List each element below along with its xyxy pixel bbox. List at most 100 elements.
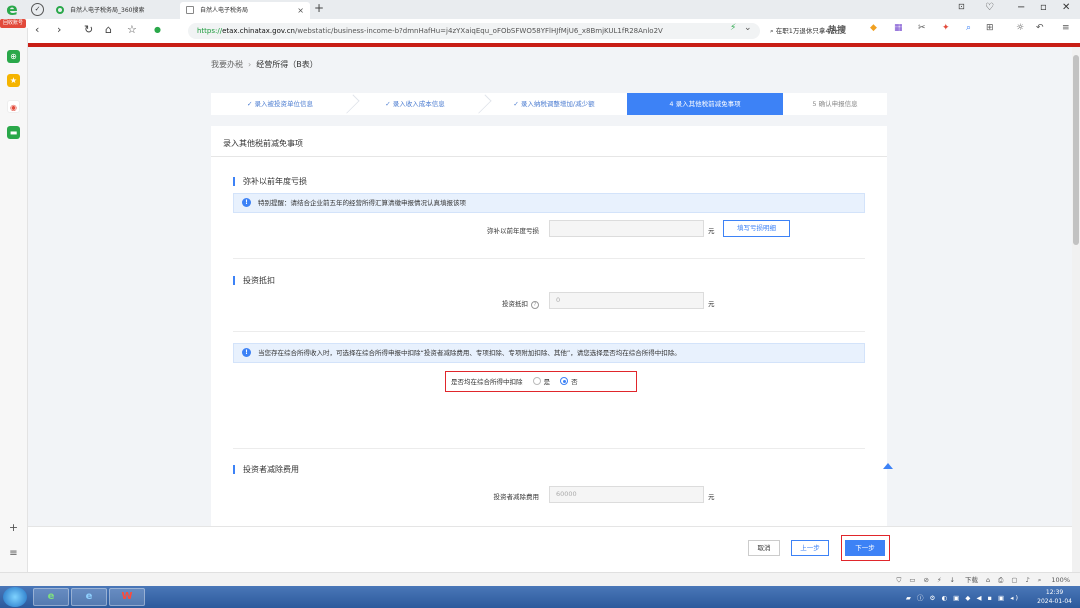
lightning-icon[interactable]: ⚡	[730, 23, 736, 33]
investment-unit: 元	[708, 300, 715, 308]
status-speed-icon[interactable]: ⚡	[937, 576, 942, 584]
undo-icon[interactable]: ↶	[1036, 23, 1044, 33]
loss-section-title: 弥补以前年度亏损	[233, 176, 307, 187]
window-pin-icon[interactable]: ⊡	[958, 2, 965, 11]
taskbar-ie-icon[interactable]: e	[71, 588, 107, 606]
help-icon[interactable]: ?	[531, 301, 539, 309]
hot-search-link[interactable]: 热搜	[828, 23, 846, 36]
divider	[233, 331, 865, 332]
url-field[interactable]: https://etax.chinatax.gov.cn/webstatic/b…	[188, 23, 760, 39]
status-home-icon[interactable]: ⌂	[986, 576, 990, 584]
investment-section-title: 投资抵扣	[233, 275, 275, 286]
page-favicon-icon	[186, 6, 194, 14]
divider	[211, 156, 887, 157]
option-yes-label[interactable]: 是	[544, 378, 551, 386]
forward-icon[interactable]: ›	[57, 23, 61, 36]
panel-menu-icon[interactable]: ≡	[7, 547, 20, 560]
investment-label: 投资抵扣	[502, 300, 528, 308]
scissors-icon[interactable]: ✂	[918, 23, 926, 33]
clock-date: 2024-01-04	[1037, 598, 1072, 605]
previous-step-button[interactable]: 上一步	[791, 540, 829, 556]
browser-logo-icon: e	[6, 0, 18, 20]
loss-detail-button[interactable]: 填写亏损明细	[723, 220, 790, 237]
loss-notice: ! 特别提醒：请结合企业前五年的经营所得汇算清缴申报情况认真填报该项	[233, 193, 865, 213]
panel-title: 录入其他税前减免事项	[223, 139, 303, 148]
action-footer: 取消 上一步 下一步	[28, 526, 1072, 572]
app-grid-icon[interactable]: ▦	[894, 23, 903, 33]
loss-input[interactable]	[549, 220, 704, 237]
status-window-icon[interactable]: ▢	[1011, 576, 1017, 584]
cancel-button[interactable]: 取消	[748, 540, 780, 556]
minimize-icon[interactable]: −	[1017, 2, 1025, 13]
settings-icon[interactable]: ☼	[1016, 23, 1024, 33]
scrollbar-thumb[interactable]	[1073, 55, 1079, 245]
weibo-icon[interactable]: ◉	[7, 100, 20, 113]
comprehensive-notice: ! 当您存在综合所得收入时，可选择在综合所得申报中扣除“投资者减除费用、专项扣除…	[233, 343, 865, 363]
investor-unit: 元	[708, 493, 715, 501]
comprehensive-choice-label: 是否均在综合所得中扣除	[451, 378, 523, 386]
search-favicon-icon	[56, 6, 64, 14]
option-no-label[interactable]: 否	[571, 378, 578, 386]
game-icon[interactable]: ✦	[942, 23, 950, 33]
dropdown-icon[interactable]: ⌄	[744, 23, 752, 33]
download-label: 下载	[965, 576, 979, 584]
status-ad-icon[interactable]: ⊘	[923, 576, 928, 584]
bookmark-star-icon[interactable]: ☆	[127, 23, 137, 36]
info-icon: !	[242, 348, 251, 357]
maximize-icon[interactable]: ▫	[1040, 2, 1047, 13]
notes-icon[interactable]: ▬	[7, 126, 20, 139]
step-1: ✓ 录入被投资单位信息	[246, 100, 313, 108]
download-link[interactable]: ↓ 下载	[950, 576, 979, 584]
add-panel-icon[interactable]: +	[7, 521, 20, 534]
status-sound-icon[interactable]: ♪	[1026, 576, 1030, 584]
status-shield-icon[interactable]: ⛉	[896, 576, 901, 584]
os-taskbar: e e W ▰ ⓘ ⚙ ◐ ▣ ◆ ◀ ▪ ▣ ◂) 12:39 2024-01…	[0, 586, 1080, 608]
investment-input[interactable]: 0	[549, 292, 704, 309]
close-tab-icon[interactable]: ×	[297, 2, 304, 19]
new-tab-icon[interactable]: +	[314, 1, 324, 15]
secure-lock-icon: ●	[154, 25, 161, 34]
favorites-star-icon[interactable]: ★	[7, 74, 20, 87]
status-screenshot-icon[interactable]: ⎙	[998, 576, 1003, 584]
browser-titlebar: e ✓ 自然人电子税务局_360搜索 自然人电子税务局 × + ⊡ ♡ − ▫ …	[0, 0, 1080, 19]
taskbar-wps-icon[interactable]: W	[109, 588, 145, 606]
radio-no[interactable]	[560, 377, 569, 385]
account-badge: 回收账号	[0, 19, 26, 28]
window-skin-icon[interactable]: ♡	[985, 2, 994, 13]
shield-icon[interactable]: ◆	[870, 23, 877, 33]
system-clock[interactable]: 12:39 2024-01-04	[1037, 588, 1072, 606]
system-tray-icons[interactable]: ▰ ⓘ ⚙ ◐ ▣ ◆ ◀ ▪ ▣ ◂)	[906, 592, 1020, 602]
browser-menu-icon[interactable]: ✓	[31, 3, 44, 16]
collapse-icon[interactable]	[883, 463, 893, 469]
loss-notice-text: 特别提醒：请结合企业前五年的经营所得汇算清缴申报情况认真填报该项	[258, 199, 466, 207]
breadcrumb: 我要办税 › 经营所得（B表）	[211, 59, 318, 70]
form-panel: 录入其他税前减免事项 弥补以前年度亏损 ! 特别提醒：请结合企业前五年的经营所得…	[211, 126, 893, 526]
tab-etax[interactable]: 自然人电子税务局 ×	[180, 2, 310, 19]
investor-input[interactable]: 60000	[549, 486, 704, 503]
start-button-icon[interactable]	[3, 587, 27, 607]
extensions-icon[interactable]: ⊞	[986, 23, 994, 33]
step-progress: ✓ 录入被投资单位信息 ✓ 录入收入成本信息 ✓ 录入纳税调整增加/减少额 4 …	[211, 93, 887, 115]
zoom-icon[interactable]: ⌕	[966, 23, 971, 33]
breadcrumb-root[interactable]: 我要办税	[211, 60, 243, 69]
breadcrumb-current: 经营所得（B表）	[256, 60, 318, 69]
side-panel: ⊕ ★ ◉ ▬ + ≡	[0, 28, 28, 578]
page-scrollbar[interactable]	[1072, 47, 1080, 575]
info-icon: !	[242, 198, 251, 207]
comprehensive-choice: 是否均在综合所得中扣除 是 否	[451, 376, 578, 386]
refresh-icon[interactable]: ↻	[84, 23, 93, 36]
home-icon[interactable]: ⌂	[105, 23, 112, 36]
status-zoom[interactable]: ⌕ 100%	[1038, 576, 1070, 584]
taskbar-360-browser-icon[interactable]: e	[33, 588, 69, 606]
radio-yes[interactable]	[532, 377, 541, 385]
status-items: ⛉ ▭ ⊘ ⚡ ↓ 下载 ⌂ ⎙ ▢ ♪ ⌕ 100%	[888, 574, 1070, 585]
step-3: ✓ 录入纳税调整增加/减少额	[513, 100, 595, 108]
status-cast-icon[interactable]: ▭	[909, 576, 915, 584]
app-shortcut-icon[interactable]: ⊕	[7, 50, 20, 63]
step-5: 5 确认申报信息	[812, 100, 858, 108]
tab-search[interactable]: 自然人电子税务局_360搜索	[50, 2, 180, 19]
close-window-icon[interactable]: ✕	[1062, 2, 1070, 13]
back-icon[interactable]: ‹	[35, 23, 39, 36]
breadcrumb-separator: ›	[248, 60, 252, 69]
menu-icon[interactable]: ≡	[1062, 23, 1070, 33]
